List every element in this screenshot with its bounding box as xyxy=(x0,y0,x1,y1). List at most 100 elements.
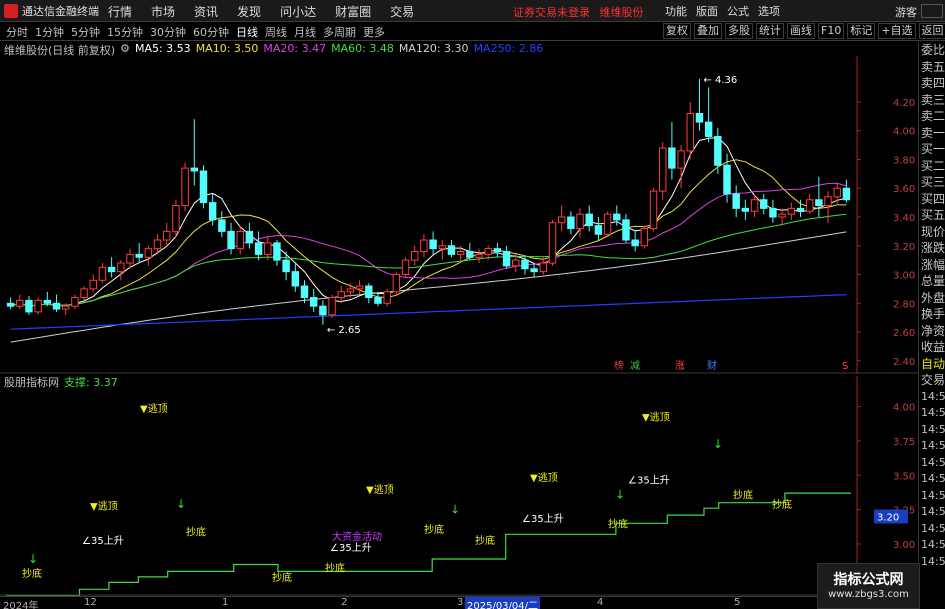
tab-monthly[interactable]: 月线 xyxy=(294,24,316,40)
candle-body xyxy=(842,187,851,201)
tick-time: 14:56 xyxy=(921,538,945,551)
ma60-line xyxy=(10,213,847,307)
menu-formula[interactable]: 公式 xyxy=(727,3,749,19)
candle-body xyxy=(346,288,355,293)
panel-row: 涨跌 xyxy=(921,241,945,255)
menu-market[interactable]: 市场 xyxy=(151,3,175,20)
tab-more[interactable]: 更多 xyxy=(363,24,385,40)
tab-multi-period[interactable]: 多周期 xyxy=(323,24,356,40)
right-menu: 功能 版面 公式 选项 xyxy=(665,0,789,22)
tab-weekly[interactable]: 周线 xyxy=(265,24,287,40)
menu-quotes[interactable]: 行情 xyxy=(108,3,132,20)
menu-discover[interactable]: 发现 xyxy=(237,3,261,20)
y-tick-label: 3.80 xyxy=(893,155,915,166)
low-price-label: ← 2.65 xyxy=(327,325,361,336)
candle-body xyxy=(392,274,401,293)
bottom-buy-signal: 抄底 xyxy=(22,567,42,580)
candle-body xyxy=(16,299,24,307)
tool-back-button[interactable]: 返回 xyxy=(918,23,945,39)
buy-arrow-icon: ↓ xyxy=(28,552,38,566)
menu-layout[interactable]: 版面 xyxy=(696,3,718,19)
candle-body xyxy=(80,288,88,299)
candle-body xyxy=(594,225,603,235)
candle-body xyxy=(585,213,593,227)
event-mark: 榜 xyxy=(614,359,624,372)
time-label: 4 xyxy=(597,597,604,608)
tab-60min[interactable]: 60分钟 xyxy=(193,24,229,40)
menu-wealth[interactable]: 财富圈 xyxy=(335,3,371,20)
escape-top-signal: ▼逃顶 xyxy=(642,410,670,423)
menu-news[interactable]: 资讯 xyxy=(194,3,218,20)
candle-body xyxy=(411,251,419,261)
tab-5min[interactable]: 5分钟 xyxy=(71,24,100,40)
login-warning: 证券交易未登录 维维股份 xyxy=(513,4,650,20)
tab-intraday[interactable]: 分时 xyxy=(6,24,28,40)
settings-icon[interactable]: ⚙ xyxy=(120,42,130,56)
tool-add-watchlist-button[interactable]: +自选 xyxy=(878,23,916,39)
candle-body xyxy=(622,219,630,241)
candle-body xyxy=(181,167,189,206)
panel-row: 外盘 xyxy=(921,290,945,305)
tool-overlay-button[interactable]: 叠加 xyxy=(694,23,722,39)
tab-1min[interactable]: 1分钟 xyxy=(35,24,64,40)
tool-draw-button[interactable]: 画线 xyxy=(787,23,815,39)
auto-tab[interactable]: 自动 xyxy=(919,356,945,373)
panel-row: 卖五 xyxy=(921,59,945,74)
period-toolbar: 分时 1分钟 5分钟 15分钟 30分钟 60分钟 日线 周线 月线 多周期 更… xyxy=(0,22,945,41)
window-controls[interactable] xyxy=(921,4,943,18)
current-value-label: 3.20 xyxy=(877,512,899,523)
tab-30min[interactable]: 30分钟 xyxy=(150,24,186,40)
candlestick-chart[interactable]: 4.20 4.00 3.80 3.60 3.40 3.20 3.00 2.80 2.60 2.40… xyxy=(0,56,918,374)
candle-body xyxy=(484,248,492,255)
title-bar: 通达信金融终端 行情 市场 资讯 发现 问小达 财富圈 交易 证券交易未登录 维… xyxy=(0,0,945,22)
tick-time: 14:56 xyxy=(921,422,945,436)
candle-body xyxy=(704,121,713,137)
high-price-label: ← 4.36 xyxy=(703,75,737,86)
candle-body xyxy=(787,207,796,215)
candle-body xyxy=(273,242,281,261)
event-mark: S xyxy=(842,361,848,372)
candle-body xyxy=(163,230,171,241)
trade-tab[interactable]: 交易 xyxy=(919,372,945,389)
tool-adjust-button[interactable]: 复权 xyxy=(663,23,691,39)
time-label: 12 xyxy=(84,597,97,608)
candle-body xyxy=(456,251,465,255)
candle-body xyxy=(824,196,832,206)
candle-body xyxy=(227,230,235,250)
candle-body xyxy=(355,285,364,290)
period-tabs: 分时 1分钟 5分钟 15分钟 30分钟 60分钟 日线 周线 月线 多周期 更… xyxy=(6,24,392,40)
tab-daily[interactable]: 日线 xyxy=(236,24,258,40)
menu-trade[interactable]: 交易 xyxy=(390,3,414,20)
tick-time: 14:56 xyxy=(921,505,945,518)
main-menu: 行情 市场 资讯 发现 问小达 财富圈 交易 xyxy=(108,0,433,22)
panel-row: 买一 xyxy=(921,142,945,156)
candle-body xyxy=(135,253,143,258)
candle-body xyxy=(686,112,694,152)
candle-body xyxy=(429,239,437,250)
candle-body xyxy=(613,213,621,221)
tool-stats-button[interactable]: 统计 xyxy=(756,23,784,39)
candle-body xyxy=(328,297,336,316)
up35-signal: ∠35上升 xyxy=(628,475,670,487)
tool-mark-button[interactable]: 标记 xyxy=(847,23,876,39)
sub-y-tick-label: 4.00 xyxy=(893,403,915,414)
tab-15min[interactable]: 15分钟 xyxy=(107,24,143,40)
up35-signal: ∠35上升 xyxy=(522,513,564,525)
candle-body xyxy=(172,204,180,232)
tool-f10-button[interactable]: F10 xyxy=(818,23,845,39)
candle-body xyxy=(668,147,676,169)
candle-body xyxy=(658,147,667,192)
menu-function[interactable]: 功能 xyxy=(665,3,687,19)
menu-options[interactable]: 选项 xyxy=(758,3,780,19)
candle-body xyxy=(695,112,704,123)
indicator-chart[interactable]: 4.003.753.503.253.002.753.20▼逃顶▼逃顶▼逃顶▼逃顶… xyxy=(0,376,918,596)
tool-multi-stock-button[interactable]: 多股 xyxy=(725,23,753,39)
menu-ask[interactable]: 问小达 xyxy=(280,3,316,20)
main-chart-title[interactable]: 维维股份(日线 前复权) xyxy=(4,42,115,57)
candle-body xyxy=(254,242,263,255)
ma20-label: MA20: 3.47 xyxy=(263,42,327,55)
guest-label[interactable]: 游客 xyxy=(895,4,917,20)
sub-y-tick-label: 3.75 xyxy=(893,437,915,448)
candle-body xyxy=(291,271,300,287)
site-watermark: 指标公式网 www.zbgs3.com xyxy=(817,563,920,609)
